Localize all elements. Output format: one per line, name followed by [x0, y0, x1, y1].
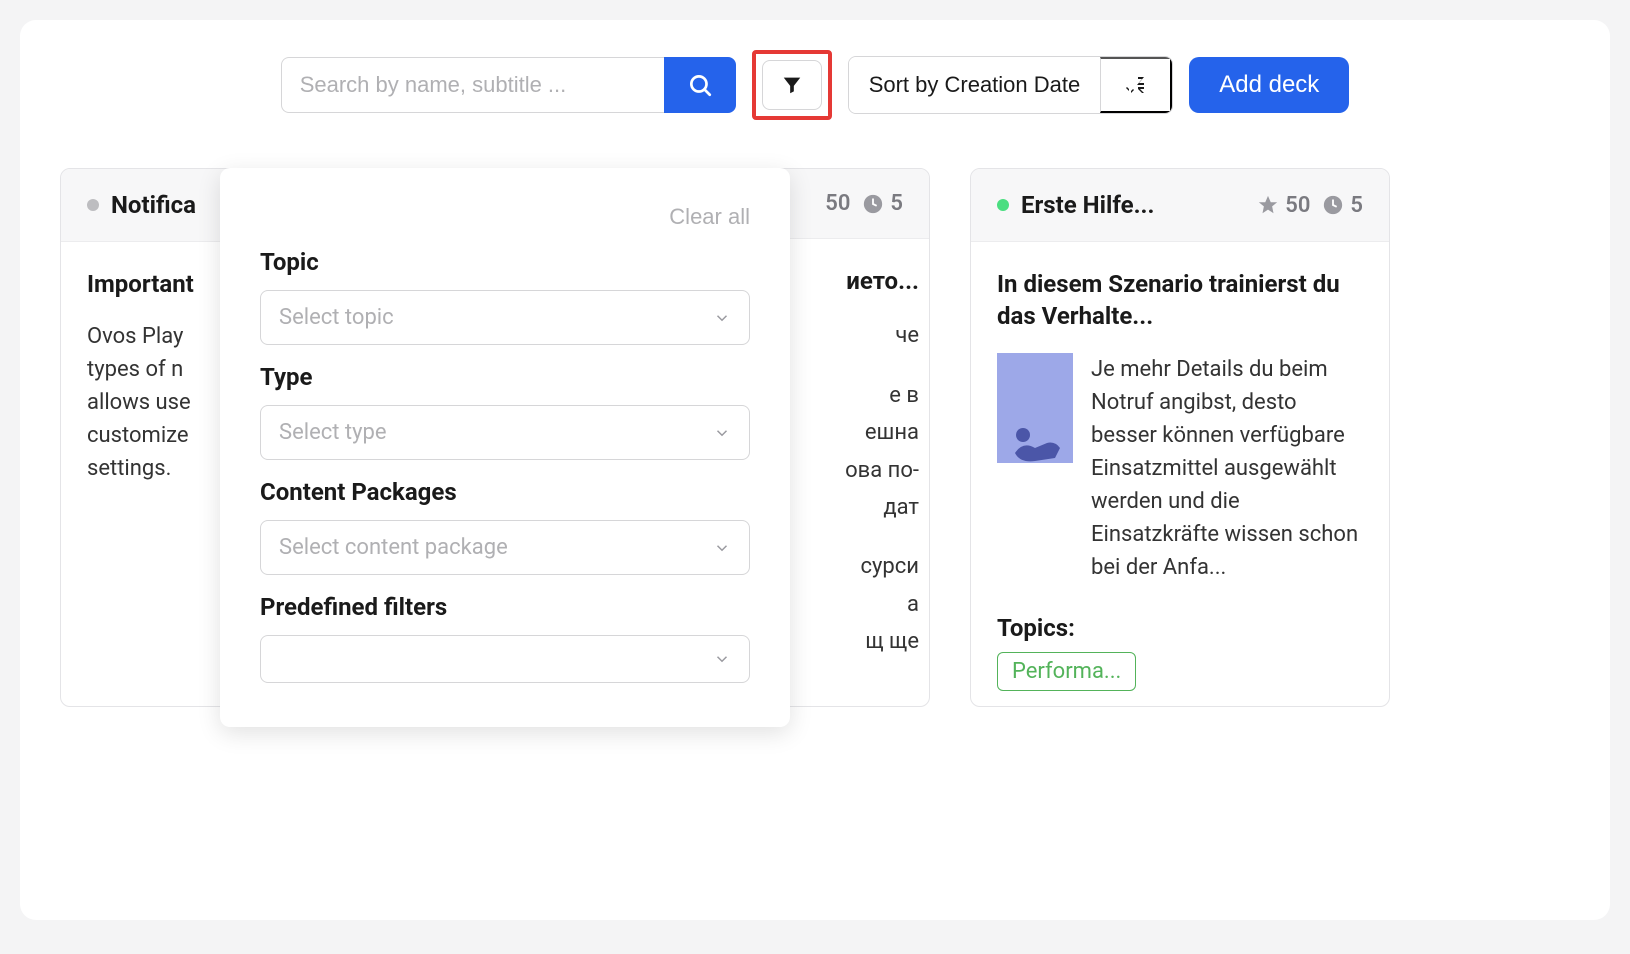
filter-label-packages: Content Packages — [260, 478, 750, 506]
clock-count: 5 — [890, 191, 903, 216]
star-stat: 50 — [825, 191, 850, 216]
search-input[interactable] — [281, 57, 664, 113]
card-subtitle: In diesem Szenario trainierst du das Ver… — [997, 268, 1363, 333]
search-icon — [687, 72, 713, 98]
star-icon — [1257, 194, 1279, 216]
chevron-down-icon — [713, 650, 731, 668]
star-stat: 50 — [1257, 193, 1310, 218]
type-select[interactable]: Select type — [260, 405, 750, 460]
card-body: In diesem Szenario trainierst du das Ver… — [971, 242, 1389, 706]
star-count: 50 — [825, 191, 850, 216]
funnel-icon — [781, 74, 803, 96]
add-deck-button[interactable]: Add deck — [1189, 57, 1349, 113]
star-count: 50 — [1285, 193, 1310, 218]
main-panel: Sort by Creation Date Add deck Notifica … — [20, 20, 1610, 920]
type-select-placeholder: Select type — [279, 420, 387, 445]
sort-direction-button[interactable] — [1100, 57, 1172, 113]
clock-stat: 5 — [862, 191, 903, 216]
sort-za-icon — [1124, 73, 1148, 97]
filter-button-highlight — [752, 50, 832, 120]
clear-all-button[interactable]: Clear all — [669, 204, 750, 230]
topics-label: Topics: — [997, 614, 1363, 642]
status-dot — [997, 199, 1009, 211]
chevron-down-icon — [713, 424, 731, 442]
card-title: Erste Hilfe... — [1021, 191, 1245, 219]
filter-label-topic: Topic — [260, 248, 750, 276]
card-description: Je mehr Details du beim Notruf angibst, … — [1091, 353, 1363, 584]
content-packages-select[interactable]: Select content package — [260, 520, 750, 575]
predefined-filters-select[interactable] — [260, 635, 750, 683]
filter-popover: Clear all Topic Select topic Type Select… — [220, 168, 790, 727]
search-button[interactable] — [664, 57, 736, 113]
filter-popover-header: Clear all — [260, 204, 750, 230]
chevron-down-icon — [713, 309, 731, 327]
search-group — [281, 57, 736, 113]
sort-dropdown[interactable]: Sort by Creation Date — [849, 57, 1101, 113]
toolbar: Sort by Creation Date Add deck — [60, 50, 1570, 120]
first-aid-icon — [1005, 423, 1065, 463]
clock-icon — [862, 193, 884, 215]
deck-card[interactable]: Erste Hilfe... 50 5 In diesem Szenario t… — [970, 168, 1390, 707]
clock-icon — [1322, 194, 1344, 216]
cards-row: Notifica Important Ovos Play types of n … — [60, 168, 1570, 707]
card-thumbnail — [997, 353, 1073, 463]
chevron-down-icon — [713, 539, 731, 557]
topic-tag[interactable]: Performa... — [997, 652, 1136, 691]
card-description-row: Je mehr Details du beim Notruf angibst, … — [997, 353, 1363, 584]
card-header: Erste Hilfe... 50 5 — [971, 169, 1389, 242]
sort-group: Sort by Creation Date — [848, 56, 1174, 114]
clock-stat: 5 — [1322, 193, 1363, 218]
topic-select[interactable]: Select topic — [260, 290, 750, 345]
filter-label-type: Type — [260, 363, 750, 391]
packages-select-placeholder: Select content package — [279, 535, 508, 560]
filter-label-predefined: Predefined filters — [260, 593, 750, 621]
filter-button[interactable] — [762, 60, 822, 110]
topic-select-placeholder: Select topic — [279, 305, 394, 330]
status-dot — [87, 199, 99, 211]
clock-count: 5 — [1350, 193, 1363, 218]
